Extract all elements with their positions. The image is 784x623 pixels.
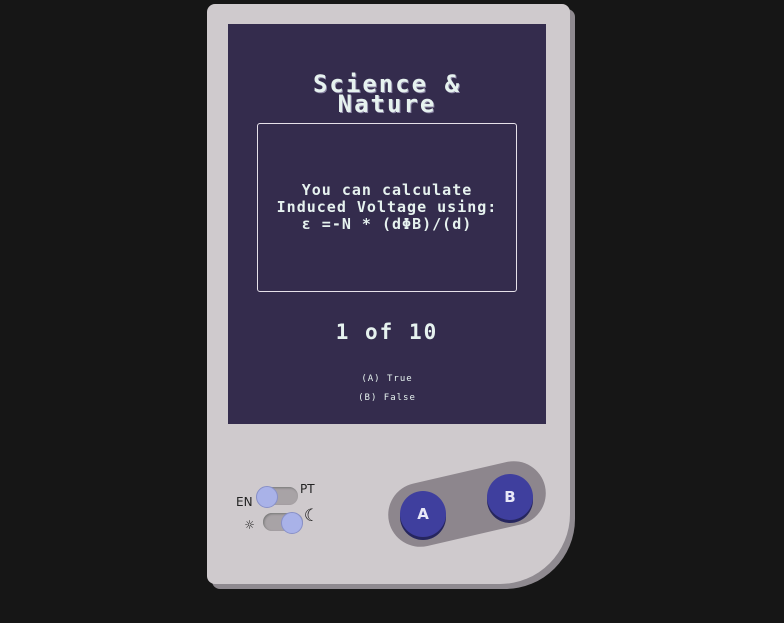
question-text: You can calculate Induced Voltage using:… (276, 181, 498, 233)
console-body: Science & Nature You can calculate Induc… (207, 4, 570, 584)
a-button[interactable]: A (400, 491, 446, 537)
question-counter: 1 of 10 (335, 320, 439, 344)
language-toggle[interactable] (256, 486, 298, 508)
language-label-en: EN (236, 495, 253, 509)
theme-toggle-knob[interactable] (281, 512, 303, 534)
b-button[interactable]: B (487, 474, 533, 520)
category-title: Science & Nature (228, 72, 546, 118)
language-toggle-knob[interactable] (256, 486, 278, 508)
theme-toggle[interactable] (263, 512, 303, 534)
answer-option-false[interactable]: (B) False (228, 393, 546, 403)
title-line-2: Nature (337, 90, 437, 118)
question-box: You can calculate Induced Voltage using:… (257, 123, 517, 292)
answer-option-true[interactable]: (A) True (228, 374, 546, 384)
game-screen: Science & Nature You can calculate Induc… (228, 24, 546, 424)
moon-icon: ☾ (304, 506, 315, 526)
sun-icon: ☼ (245, 516, 255, 534)
language-label-pt: PT (300, 482, 315, 496)
